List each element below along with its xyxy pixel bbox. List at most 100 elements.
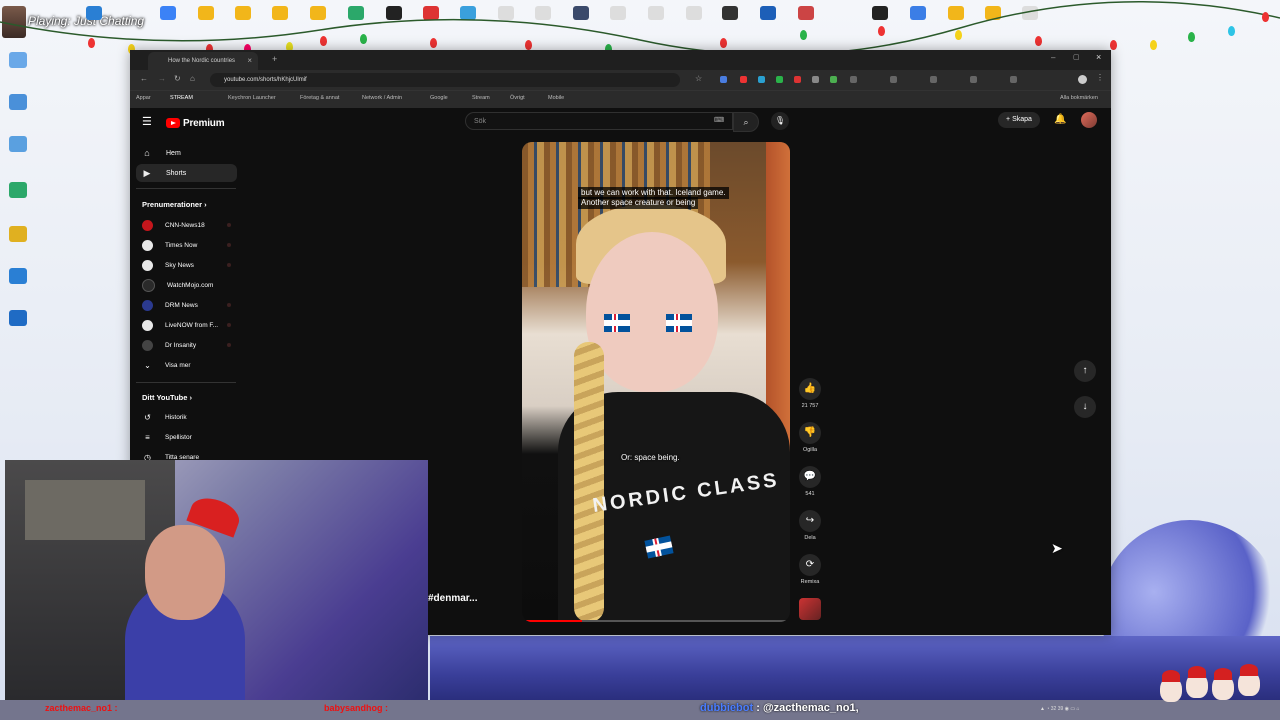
search-button[interactable]: ⌕ [733, 112, 759, 132]
home-icon[interactable]: ⌂ [190, 74, 195, 83]
account-avatar[interactable] [1081, 112, 1097, 128]
sidebar-item-subscription[interactable]: Sky News [136, 256, 237, 274]
browser-tab[interactable]: How the Nordic countries × [148, 52, 258, 70]
bookmark-item[interactable]: Google [430, 95, 448, 101]
christmas-light [720, 38, 727, 48]
forward-icon[interactable]: → [158, 74, 166, 83]
extension-icon[interactable] [720, 76, 727, 83]
next-short-button[interactable]: ↓ [1074, 396, 1096, 418]
previous-short-button[interactable]: ↑ [1074, 360, 1096, 382]
sidebar-item-subscription[interactable]: DRM News [136, 296, 237, 314]
chrome-icon[interactable] [9, 226, 27, 242]
live-indicator [227, 263, 231, 267]
sidebar-item-shorts[interactable]: ▶ Shorts [136, 164, 237, 182]
bookmark-item[interactable]: Appar [136, 95, 151, 101]
bookmark-item[interactable]: Stream [472, 95, 490, 101]
back-icon[interactable]: ← [140, 74, 148, 83]
channel-avatar [142, 259, 153, 271]
extension-icon[interactable] [812, 76, 819, 83]
maximize-icon[interactable]: ▢ [1073, 53, 1080, 61]
shorts-video-player[interactable]: NORDIC CLASS but we can work with that. … [522, 142, 790, 622]
christmas-light [1188, 32, 1195, 42]
menu-dots-icon[interactable]: ⋮ [1096, 73, 1104, 82]
voice-search-button[interactable]: 🎙 [771, 112, 789, 130]
minimize-icon[interactable]: – [1051, 53, 1055, 62]
extension-icon[interactable] [970, 76, 977, 83]
video-hashtag[interactable]: #denmar... [428, 593, 477, 604]
extension-icon[interactable] [930, 76, 937, 83]
bookmark-item[interactable]: STREAM [170, 95, 193, 101]
extension-icon[interactable] [740, 76, 747, 83]
thumbs-down-icon: 👎 [799, 422, 821, 444]
channel-avatar [142, 219, 153, 231]
extension-icon[interactable] [890, 76, 897, 83]
hamburger-menu-icon[interactable]: ☰ [142, 115, 152, 128]
divider [136, 188, 236, 189]
show-more-button[interactable]: ⌄ Visa mer [136, 356, 237, 374]
bookmark-item[interactable]: Alla bokmärken [1060, 95, 1098, 101]
notifications-bell-icon[interactable]: 🔔 [1054, 114, 1066, 125]
system-tray[interactable]: ▲ ◔ 32 39 ◉ ▭ ⌂ [1040, 706, 1080, 712]
bookmark-star-icon[interactable]: ☆ [695, 74, 702, 83]
thunderbird-icon[interactable] [9, 310, 27, 326]
sidebar-item-playlists[interactable]: ≡ Spellistor [136, 428, 237, 446]
youtube-logo[interactable]: Premium [166, 116, 225, 130]
christmas-light [1110, 40, 1117, 50]
extension-icon[interactable] [1010, 76, 1017, 83]
extension-icon[interactable] [850, 76, 857, 83]
dislike-button[interactable]: 👎 Ogilla [798, 422, 822, 453]
close-window-icon[interactable]: × [1096, 52, 1101, 62]
sidebar-item-subscription[interactable]: CNN-News18 [136, 216, 237, 234]
keyboard-icon[interactable]: ⌨ [714, 116, 724, 124]
comment-count: 541 [805, 491, 815, 497]
tab-title: How the Nordic countries [168, 58, 236, 64]
new-tab-icon[interactable]: + [272, 54, 277, 64]
chat-message: zacthemac_no1 : [45, 703, 118, 713]
extension-icon[interactable] [830, 76, 837, 83]
share-button[interactable]: ↪ Dela [798, 510, 822, 541]
desktop-app-icon[interactable] [9, 52, 27, 68]
bookmark-item[interactable]: Network / Admin [362, 95, 402, 101]
comments-button[interactable]: 💬 541 [798, 466, 822, 497]
sidebar-item-subscription[interactable]: WatchMojo.com [136, 276, 237, 294]
search-input[interactable]: Sök [465, 112, 733, 130]
address-bar: ← → ↻ ⌂ youtube.com/shorts/hKhjcUlmif ☆ … [130, 70, 1111, 90]
sidebar-item-subscription[interactable]: LiveNOW from F... [136, 316, 237, 334]
remix-button[interactable]: ⟳ Remixa [798, 554, 822, 585]
channel-avatar-button[interactable] [798, 598, 822, 620]
live-indicator [227, 303, 231, 307]
firefox-icon[interactable] [9, 268, 27, 284]
subscriptions-heading[interactable]: Prenumerationer › [142, 200, 207, 209]
sidebar-item-history[interactable]: ↺ Historik [136, 408, 237, 426]
extension-icon[interactable] [758, 76, 765, 83]
you-heading[interactable]: Ditt YouTube › [142, 393, 192, 402]
subtitle-line: Or: space being. [621, 453, 680, 462]
santa-decoration [1212, 668, 1234, 700]
extension-icon[interactable] [776, 76, 783, 83]
close-tab-icon[interactable]: × [247, 52, 252, 70]
desktop-app-icon[interactable] [9, 94, 27, 110]
profile-icon[interactable] [1078, 75, 1087, 84]
channel-avatar [142, 278, 155, 292]
live-indicator [227, 223, 231, 227]
sidebar-item-home[interactable]: ⌂ Hem [136, 144, 237, 162]
chat-ticker-bar [0, 700, 1280, 720]
reload-icon[interactable]: ↻ [174, 74, 181, 83]
like-button[interactable]: 👍 21 757 [798, 378, 822, 409]
subtitle-line: Another space creature or being [578, 197, 699, 209]
edge-icon[interactable] [9, 182, 27, 198]
create-button[interactable]: + Skapa [998, 112, 1040, 128]
bookmark-item[interactable]: Övrigt [510, 95, 525, 101]
extension-icon[interactable] [794, 76, 801, 83]
christmas-light [955, 30, 962, 40]
remix-icon: ⟳ [799, 554, 821, 576]
video-progress-bar[interactable] [522, 620, 790, 622]
url-field[interactable]: youtube.com/shorts/hKhjcUlmif [210, 73, 680, 87]
desktop-app-icon[interactable] [9, 136, 27, 152]
sidebar-item-subscription[interactable]: Dr Insanity [136, 336, 237, 354]
bookmark-item[interactable]: Mobile [548, 95, 564, 101]
bookmark-item[interactable]: Keychron Launcher [228, 95, 276, 101]
sidebar-item-subscription[interactable]: Times Now [136, 236, 237, 254]
christmas-light [1262, 12, 1269, 22]
bookmark-item[interactable]: Företag & annat [300, 95, 339, 101]
